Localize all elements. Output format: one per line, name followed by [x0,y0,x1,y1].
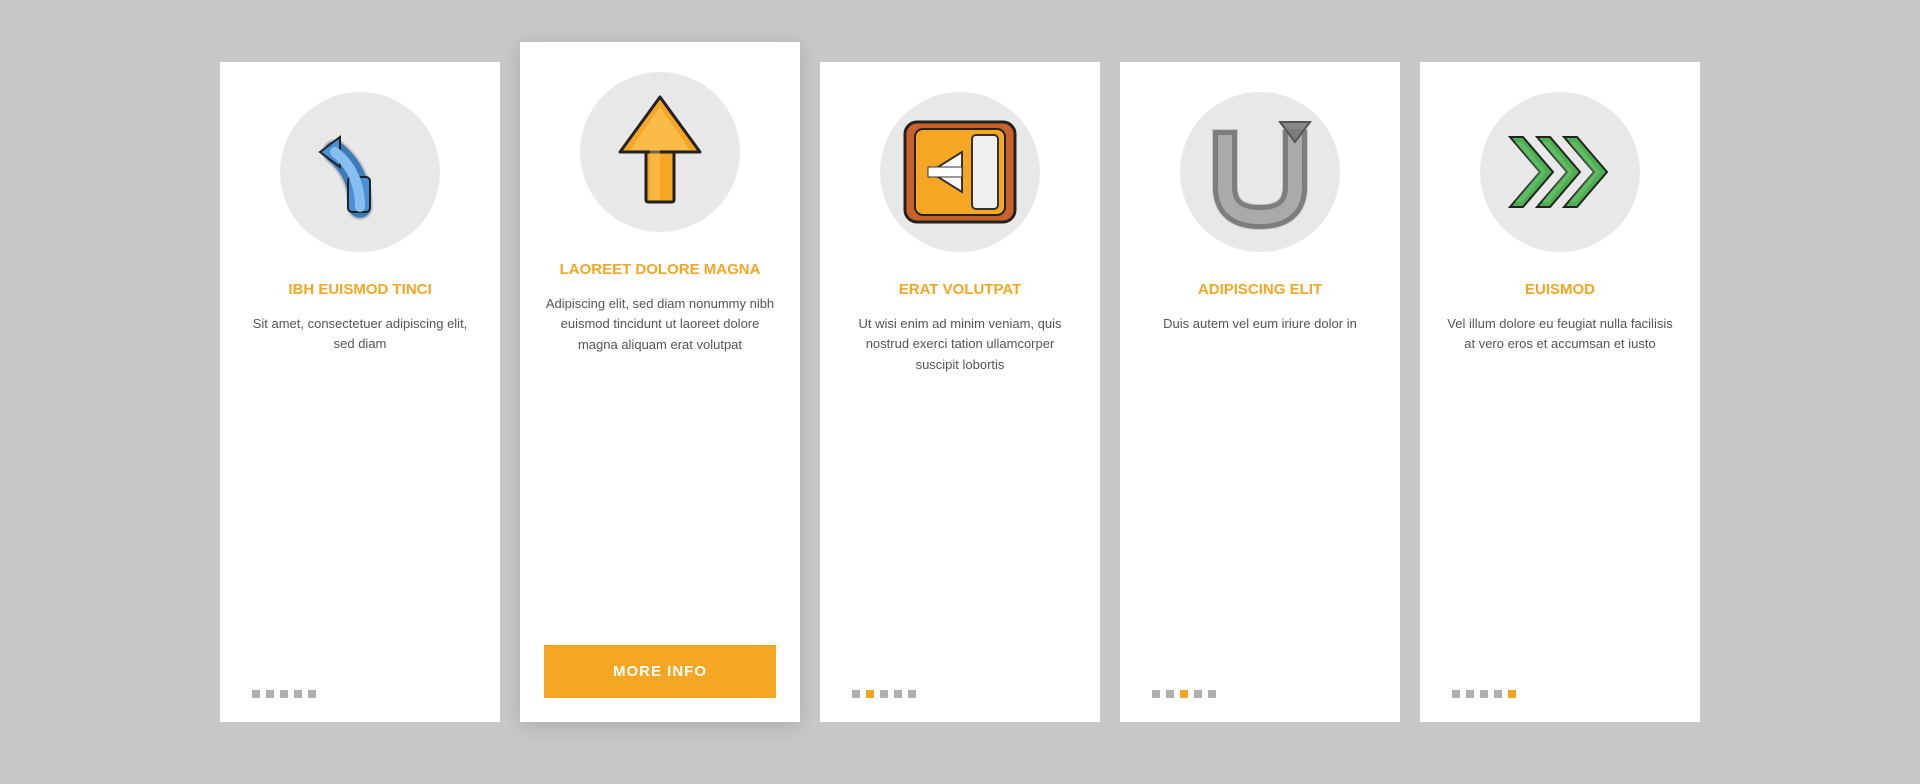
dot [1494,690,1502,698]
card-4-text: Duis autem vel eum iriure dolor in [1163,314,1357,667]
card-1: IBH EUISMOD TINCI Sit amet, consectetuer… [220,62,500,722]
dot [1152,690,1160,698]
card-4-title: ADIPISCING ELIT [1198,280,1322,300]
icon-circle-2 [580,72,740,232]
dot [308,690,316,698]
dot [1452,690,1460,698]
dot [1466,690,1474,698]
fast-forward-arrows-icon [1495,127,1625,217]
dot [1208,690,1216,698]
dot [908,690,916,698]
enter-door-arrow-icon [900,117,1020,227]
dot [1508,690,1516,698]
icon-circle-4 [1180,92,1340,252]
card-3: ERAT VOLUTPAT Ut wisi enim ad minim veni… [820,62,1100,722]
dot [1194,690,1202,698]
dot [880,690,888,698]
card-2: LAOREET DOLORE MAGNA Adipiscing elit, se… [520,42,800,722]
icon-circle-3 [880,92,1040,252]
card-1-dots [244,690,316,698]
dot [852,690,860,698]
card-4-dots [1144,690,1216,698]
more-info-button[interactable]: MORE INFO [544,645,776,698]
icon-circle-1 [280,92,440,252]
card-2-text: Adipiscing elit, sed diam nonummy nibh e… [544,294,776,626]
dot [294,690,302,698]
dot [252,690,260,698]
up-arrow-icon [610,92,710,212]
card-5-dots [1444,690,1516,698]
card-5: EUISMOD Vel illum dolore eu feugiat null… [1420,62,1700,722]
card-3-text: Ut wisi enim ad minim veniam, quis nostr… [844,314,1076,667]
dot [1180,690,1188,698]
dot [894,690,902,698]
card-4: ADIPISCING ELIT Duis autem vel eum iriur… [1120,62,1400,722]
card-2-title: LAOREET DOLORE MAGNA [560,260,761,280]
dot [1480,690,1488,698]
left-turn-arrow-icon [305,117,415,227]
card-3-dots [844,690,916,698]
dot [866,690,874,698]
card-1-title: IBH EUISMOD TINCI [288,280,431,300]
u-turn-arrow-icon [1200,112,1320,232]
cards-container: IBH EUISMOD TINCI Sit amet, consectetuer… [150,22,1770,762]
dot [1166,690,1174,698]
card-1-text: Sit amet, consectetuer adipiscing elit, … [244,314,476,667]
card-5-text: Vel illum dolore eu feugiat nulla facili… [1444,314,1676,667]
icon-circle-5 [1480,92,1640,252]
dot [266,690,274,698]
dot [280,690,288,698]
card-3-title: ERAT VOLUTPAT [899,280,1022,300]
card-5-title: EUISMOD [1525,280,1595,300]
